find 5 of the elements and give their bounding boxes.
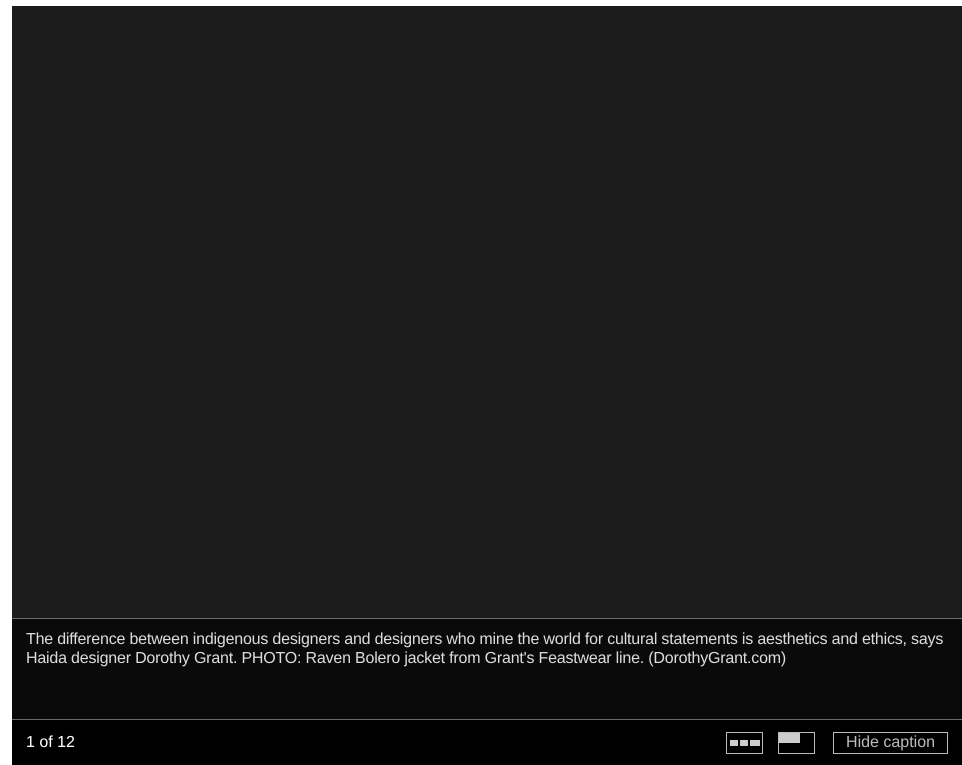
photo-caption: The difference between indigenous designers and designers who mine the world for cultural statements is aesthetics and ethics, says Haida designer Dorothy Grant. PHOTO: Raven Bolero jacket from Grant's Feastwear line. (DorothyGrant.com) bbox=[26, 630, 944, 668]
filmstrip-icon[interactable] bbox=[726, 732, 764, 754]
single-view-icon[interactable] bbox=[778, 732, 816, 754]
hide-caption-button[interactable]: Hide caption bbox=[833, 732, 948, 754]
slide-counter: 1 of 12 bbox=[26, 732, 75, 752]
